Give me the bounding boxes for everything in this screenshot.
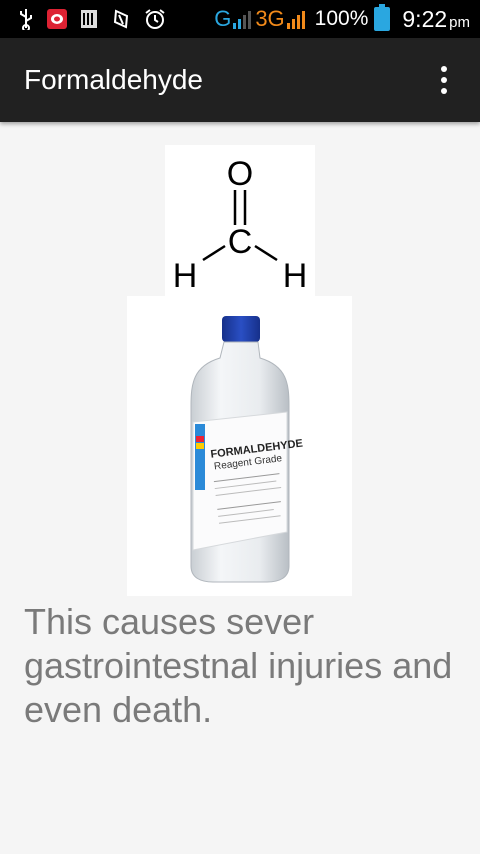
atom-carbon: C <box>228 223 253 261</box>
status-system: G 3G 100% 9:22 pm <box>214 4 480 33</box>
app-title: Formaldehyde <box>24 64 203 95</box>
signal-strength-2-icon <box>286 9 305 29</box>
battery-percent: 100% <box>314 7 369 30</box>
network-type-1: G <box>214 6 232 31</box>
alarm-icon <box>144 8 166 30</box>
clock-ampm: pm <box>449 13 470 31</box>
status-notifications <box>0 8 166 30</box>
status-bar: G 3G 100% 9:22 pm <box>0 0 480 38</box>
clock: 9:22 pm <box>402 6 470 33</box>
formaldehyde-bottle-image: FORMALDEHYDE Reagent Grade <box>127 296 352 596</box>
signal-strength-1-icon <box>233 9 252 29</box>
nfc-icon <box>110 8 132 30</box>
atom-oxygen: O <box>227 155 253 193</box>
formaldehyde-structure-image: O C H H <box>165 145 315 297</box>
sim-icon <box>80 8 98 30</box>
more-vert-icon[interactable] <box>420 56 468 104</box>
usb-icon <box>18 8 34 30</box>
atom-hydrogen-left: H <box>173 257 198 295</box>
description-text: This causes sever gastrointestnal injuri… <box>24 601 453 730</box>
app-bar: Formaldehyde <box>0 38 480 122</box>
battery-icon <box>374 4 391 31</box>
clock-time: 9:22 <box>402 5 448 32</box>
notification-app-icon <box>46 8 68 30</box>
atom-hydrogen-right: H <box>283 257 308 295</box>
network-type-2: 3G <box>255 6 285 31</box>
